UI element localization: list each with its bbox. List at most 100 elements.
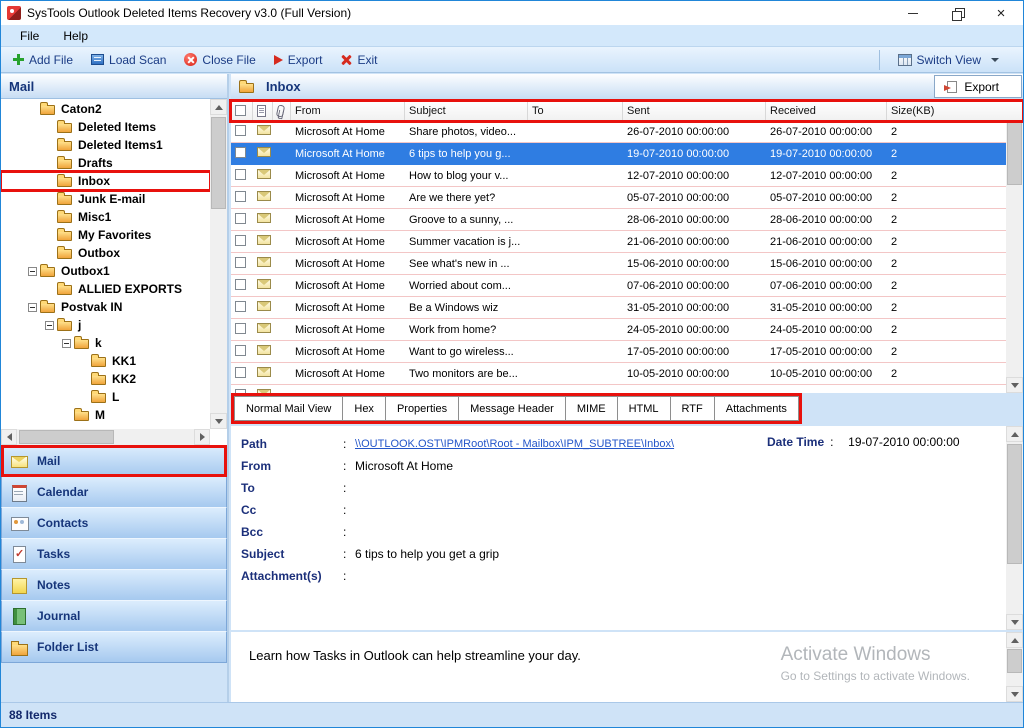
tree-item-misc1[interactable]: Misc1: [1, 208, 210, 226]
mail-row[interactable]: [231, 385, 1006, 393]
nav-button-folder-list[interactable]: Folder List: [1, 631, 227, 663]
detail-scrollbar-vertical[interactable]: [1006, 426, 1023, 630]
tab-html[interactable]: HTML: [617, 396, 671, 421]
mail-row[interactable]: Microsoft At HomeWork from home?24-05-20…: [231, 319, 1006, 341]
col-header-sent[interactable]: Sent: [623, 101, 766, 120]
tree-item-m[interactable]: M: [1, 406, 210, 424]
menu-item-help[interactable]: Help: [54, 27, 97, 45]
mail-row[interactable]: Microsoft At HomeTwo monitors are be...1…: [231, 363, 1006, 385]
collapse-expander-icon[interactable]: [45, 321, 54, 330]
scroll-up-button[interactable]: [1006, 632, 1023, 648]
detail-value-path[interactable]: \\OUTLOOK.OST\IPMRoot\Root - Mailbox\IPM…: [355, 438, 674, 450]
tab-properties[interactable]: Properties: [385, 396, 459, 421]
mail-row[interactable]: Microsoft At HomeSummer vacation is j...…: [231, 231, 1006, 253]
scroll-up-button[interactable]: [210, 99, 227, 115]
collapse-expander-icon[interactable]: [28, 267, 37, 276]
tree-item-caton2[interactable]: Caton2: [1, 100, 210, 118]
toolbar-export-button[interactable]: Export: [266, 50, 331, 70]
preview-scrollbar-vertical[interactable]: [1006, 632, 1023, 702]
tab-rtf[interactable]: RTF: [670, 396, 715, 421]
col-header-to[interactable]: To: [528, 101, 623, 120]
maximize-button[interactable]: [935, 1, 979, 25]
col-header-received[interactable]: Received: [766, 101, 887, 120]
switch-view-button[interactable]: Switch View: [890, 50, 1007, 70]
mail-row[interactable]: Microsoft At HomeSee what's new in ...15…: [231, 253, 1006, 275]
close-button[interactable]: ×: [979, 1, 1023, 25]
col-header-size[interactable]: Size(KB): [887, 101, 1023, 120]
tree-item-deleted-items1[interactable]: Deleted Items1: [1, 136, 210, 154]
tree-item-my-favorites[interactable]: My Favorites: [1, 226, 210, 244]
tree-item-inbox[interactable]: Inbox: [1, 172, 210, 190]
scroll-down-button[interactable]: [210, 413, 227, 429]
row-checkbox[interactable]: [235, 169, 246, 180]
row-checkbox[interactable]: [235, 323, 246, 334]
nav-button-tasks[interactable]: Tasks: [1, 538, 227, 570]
col-header-from[interactable]: From: [291, 101, 405, 120]
row-checkbox[interactable]: [235, 345, 246, 356]
tab-message-header[interactable]: Message Header: [458, 396, 566, 421]
mail-row[interactable]: Microsoft At HomeAre we there yet?05-07-…: [231, 187, 1006, 209]
tree-scrollbar-vertical[interactable]: [210, 99, 227, 429]
mail-row[interactable]: Microsoft At HomeBe a Windows wiz31-05-2…: [231, 297, 1006, 319]
nav-button-journal[interactable]: Journal: [1, 600, 227, 632]
mail-row[interactable]: Microsoft At HomeWorried about com...07-…: [231, 275, 1006, 297]
scroll-down-button[interactable]: [1006, 686, 1023, 702]
nav-button-notes[interactable]: Notes: [1, 569, 227, 601]
toolbar-add-file-button[interactable]: Add File: [5, 50, 81, 70]
tab-hex[interactable]: Hex: [342, 396, 386, 421]
nav-button-calendar[interactable]: Calendar: [1, 476, 227, 508]
scroll-thumb[interactable]: [19, 430, 114, 444]
toolbar-load-scan-button[interactable]: Load Scan: [83, 50, 174, 70]
mail-row[interactable]: Microsoft At HomeWant to go wireless...1…: [231, 341, 1006, 363]
tree-item-outbox1[interactable]: Outbox1: [1, 262, 210, 280]
mail-row[interactable]: Microsoft At HomeGroove to a sunny, ...2…: [231, 209, 1006, 231]
tree-item-kk2[interactable]: KK2: [1, 370, 210, 388]
mail-row[interactable]: Microsoft At HomeHow to blog your v...12…: [231, 165, 1006, 187]
row-checkbox[interactable]: [235, 235, 246, 246]
tab-mime[interactable]: MIME: [565, 396, 618, 421]
scroll-down-button[interactable]: [1006, 377, 1023, 393]
scroll-thumb[interactable]: [1007, 444, 1022, 564]
nav-button-mail[interactable]: Mail: [1, 445, 227, 477]
scroll-thumb[interactable]: [1007, 649, 1022, 673]
tree-scrollbar-horizontal[interactable]: [1, 429, 210, 445]
scroll-thumb[interactable]: [211, 117, 226, 209]
tree-item-drafts[interactable]: Drafts: [1, 154, 210, 172]
export-button-top[interactable]: Export: [934, 75, 1022, 98]
tab-attachments[interactable]: Attachments: [714, 396, 799, 421]
row-checkbox[interactable]: [235, 147, 246, 158]
menu-item-file[interactable]: File: [11, 27, 48, 45]
row-checkbox[interactable]: [235, 125, 246, 136]
toolbar-exit-button[interactable]: Exit: [332, 50, 385, 70]
tab-normal-mail-view[interactable]: Normal Mail View: [234, 396, 343, 421]
collapse-expander-icon[interactable]: [62, 339, 71, 348]
tree-item-allied-exports[interactable]: ALLIED EXPORTS: [1, 280, 210, 298]
tree-item-j[interactable]: j: [1, 316, 210, 334]
nav-button-contacts[interactable]: Contacts: [1, 507, 227, 539]
mail-row[interactable]: Microsoft At HomeShare photos, video...2…: [231, 121, 1006, 143]
row-checkbox[interactable]: [235, 191, 246, 202]
collapse-expander-icon[interactable]: [28, 303, 37, 312]
toolbar-close-file-button[interactable]: Close File: [176, 50, 263, 70]
tree-item-k[interactable]: k: [1, 334, 210, 352]
list-scrollbar-vertical[interactable]: [1006, 101, 1023, 393]
tree-item-l[interactable]: L: [1, 388, 210, 406]
select-all-checkbox[interactable]: [235, 105, 246, 116]
row-checkbox[interactable]: [235, 257, 246, 268]
scroll-left-button[interactable]: [1, 429, 17, 445]
scroll-up-button[interactable]: [1006, 426, 1023, 442]
row-checkbox[interactable]: [235, 301, 246, 312]
tree-item-kk1[interactable]: KK1: [1, 352, 210, 370]
minimize-button[interactable]: [891, 1, 935, 25]
mail-row[interactable]: Microsoft At Home6 tips to help you g...…: [231, 143, 1006, 165]
scroll-thumb[interactable]: [1007, 119, 1022, 185]
row-checkbox[interactable]: [235, 279, 246, 290]
tree-item-postvak-in[interactable]: Postvak IN: [1, 298, 210, 316]
scroll-right-button[interactable]: [194, 429, 210, 445]
row-checkbox[interactable]: [235, 367, 246, 378]
scroll-down-button[interactable]: [1006, 614, 1023, 630]
tree-item-deleted-items[interactable]: Deleted Items: [1, 118, 210, 136]
row-checkbox[interactable]: [235, 213, 246, 224]
tree-item-junk-e-mail[interactable]: Junk E-mail: [1, 190, 210, 208]
tree-item-outbox[interactable]: Outbox: [1, 244, 210, 262]
